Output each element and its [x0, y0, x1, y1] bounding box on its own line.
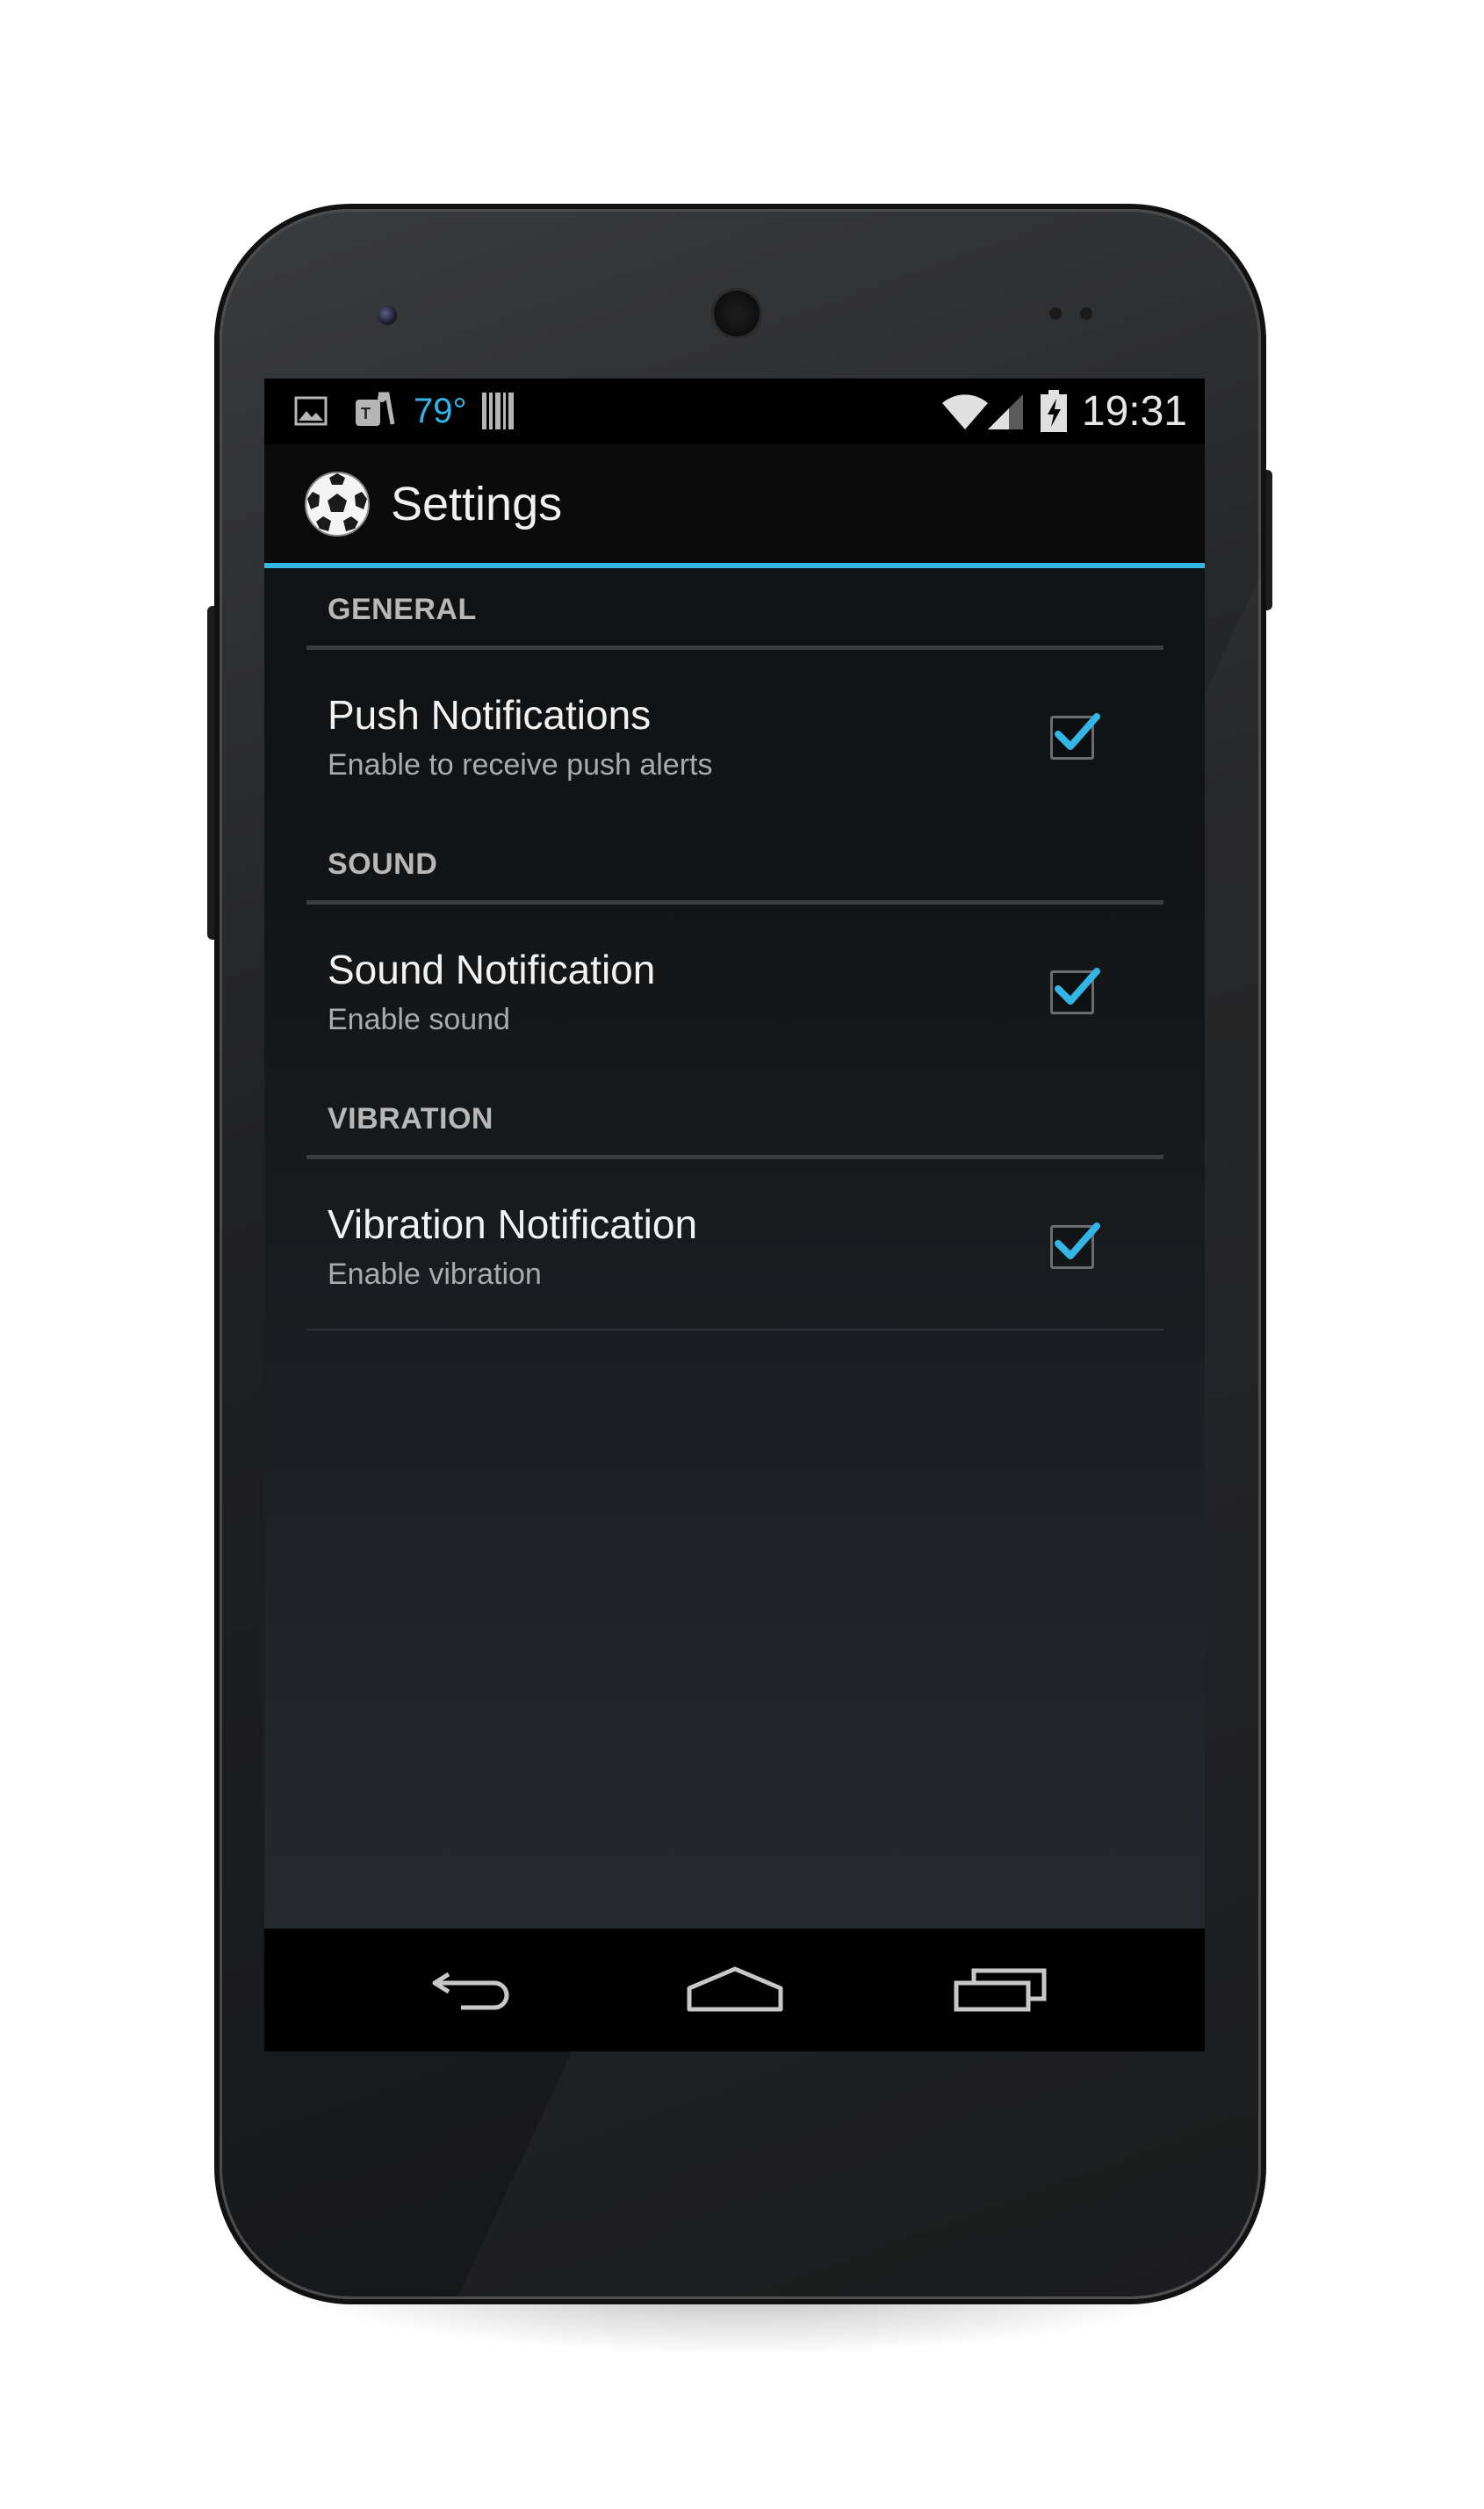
signal-icon: [986, 379, 1025, 453]
preference-title: Vibration Notification: [328, 1201, 698, 1247]
vibration-notification-checkbox[interactable]: [1050, 1222, 1100, 1269]
category-divider: [306, 900, 1163, 905]
phone-screen: T 79° 19:31 Settings GENERAL Push Notifi…: [264, 379, 1205, 2051]
light-sensor: [1080, 307, 1092, 320]
checkmark-icon: [1055, 968, 1100, 1005]
category-divider: [306, 645, 1163, 650]
checkmark-icon: [1055, 1222, 1100, 1259]
clock: 19:31: [1081, 388, 1187, 435]
proximity-sensor: [1049, 307, 1062, 320]
back-icon[interactable]: [422, 1964, 528, 2016]
category-vibration-title: VIBRATION: [328, 1102, 493, 1136]
battery-charging-icon: [1041, 379, 1067, 454]
category-divider: [306, 1155, 1163, 1159]
image-icon: [294, 379, 328, 448]
category-general-title: GENERAL: [328, 593, 477, 626]
front-camera: [378, 306, 397, 325]
home-icon[interactable]: [682, 1964, 788, 2016]
preference-summary: Enable vibration: [328, 1258, 542, 1291]
barcode-icon: [482, 379, 514, 451]
push-notifications-checkbox[interactable]: [1050, 713, 1100, 760]
earpiece-speaker: [711, 288, 762, 339]
navigation-bar: [264, 1929, 1205, 2051]
preference-title: Sound Notification: [328, 947, 656, 992]
status-bar: T 79° 19:31: [264, 379, 1205, 444]
category-sound-title: SOUND: [328, 847, 438, 881]
list-divider: [306, 1329, 1163, 1330]
checkmark-icon: [1055, 713, 1100, 750]
action-bar-divider: [264, 563, 1205, 568]
page-title: Settings: [391, 478, 563, 530]
wifi-icon: [940, 379, 990, 453]
preference-summary: Enable sound: [328, 1003, 510, 1036]
temperature-label: 79°: [414, 392, 467, 430]
tmobile-icon: T: [352, 379, 396, 455]
svg-text:T: T: [361, 405, 371, 422]
preference-title: Push Notifications: [328, 692, 652, 738]
soccer-ball-icon[interactable]: [304, 471, 371, 537]
preference-summary: Enable to receive push alerts: [328, 748, 713, 782]
recents-icon[interactable]: [949, 1964, 1055, 2016]
sound-notification-checkbox[interactable]: [1050, 968, 1100, 1014]
